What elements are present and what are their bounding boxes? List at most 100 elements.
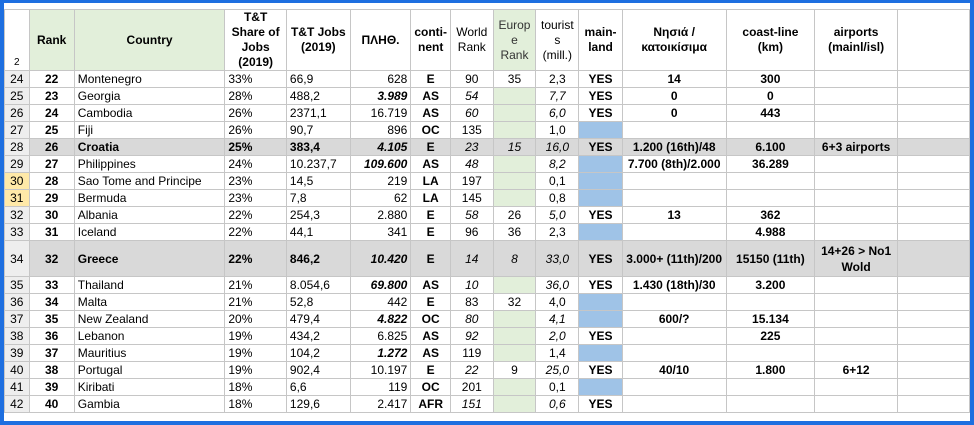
world-rank-cell[interactable]: 135 bbox=[450, 121, 494, 139]
row-number[interactable]: 25 bbox=[4, 87, 30, 105]
empty-cell[interactable] bbox=[896, 395, 970, 413]
continent-cell[interactable]: OC bbox=[410, 121, 452, 139]
share-cell[interactable]: 21% bbox=[224, 276, 287, 294]
empty-cell[interactable] bbox=[896, 121, 970, 139]
rank-cell[interactable]: 28 bbox=[28, 172, 75, 190]
jobs-cell[interactable]: 2371,1 bbox=[285, 104, 351, 122]
jobs-cell[interactable]: 10.237,7 bbox=[285, 155, 351, 173]
empty-cell[interactable] bbox=[896, 378, 970, 396]
share-cell[interactable]: 24% bbox=[224, 155, 287, 173]
empty-cell[interactable] bbox=[896, 155, 970, 173]
row-number[interactable]: 33 bbox=[4, 223, 30, 241]
islands-cell[interactable] bbox=[621, 378, 727, 396]
tourists-cell[interactable]: 2,3 bbox=[535, 70, 580, 88]
tourists-cell[interactable]: 0,6 bbox=[535, 395, 580, 413]
jobs-cell[interactable]: 479,4 bbox=[285, 310, 351, 328]
islands-cell[interactable]: 3.000+ (11th)/200 bbox=[621, 240, 727, 277]
islands-cell[interactable] bbox=[621, 293, 727, 311]
jobs-cell[interactable]: 90,7 bbox=[285, 121, 351, 139]
airports-cell[interactable] bbox=[814, 155, 898, 173]
world-rank-cell[interactable]: 197 bbox=[450, 172, 494, 190]
world-rank-cell[interactable]: 23 bbox=[450, 138, 494, 156]
share-cell[interactable]: 19% bbox=[224, 327, 287, 345]
europe-rank-cell[interactable] bbox=[492, 172, 537, 190]
islands-cell[interactable]: 600/? bbox=[621, 310, 727, 328]
share-cell[interactable]: 18% bbox=[224, 395, 287, 413]
rank-cell[interactable]: 22 bbox=[28, 70, 75, 88]
coastline-cell[interactable]: 0 bbox=[725, 87, 816, 105]
country-cell[interactable]: Kiribati bbox=[73, 378, 226, 396]
column-header-empty[interactable] bbox=[896, 9, 970, 71]
world-rank-cell[interactable]: 54 bbox=[450, 87, 494, 105]
jobs-cell[interactable]: 846,2 bbox=[285, 240, 351, 277]
world-rank-cell[interactable]: 83 bbox=[450, 293, 494, 311]
tourists-cell[interactable]: 25,0 bbox=[535, 361, 580, 379]
mainland-cell[interactable]: YES bbox=[578, 70, 623, 88]
continent-cell[interactable]: E bbox=[410, 293, 452, 311]
continent-cell[interactable]: AS bbox=[410, 87, 452, 105]
share-cell[interactable]: 18% bbox=[224, 378, 287, 396]
continent-cell[interactable]: AFR bbox=[410, 395, 452, 413]
coastline-cell[interactable]: 4.988 bbox=[725, 223, 816, 241]
tourists-cell[interactable]: 1,0 bbox=[535, 121, 580, 139]
airports-cell[interactable] bbox=[814, 206, 898, 224]
europe-rank-cell[interactable] bbox=[492, 276, 537, 294]
tourists-cell[interactable]: 2,3 bbox=[535, 223, 580, 241]
mainland-cell[interactable] bbox=[578, 293, 623, 311]
rank-cell[interactable]: 23 bbox=[28, 87, 75, 105]
rank-cell[interactable]: 35 bbox=[28, 310, 75, 328]
airports-cell[interactable] bbox=[814, 104, 898, 122]
share-cell[interactable]: 33% bbox=[224, 70, 287, 88]
row-number[interactable]: 40 bbox=[4, 361, 30, 379]
pop-cell[interactable]: 4.105 bbox=[349, 138, 412, 156]
mainland-cell[interactable]: YES bbox=[578, 206, 623, 224]
world-rank-cell[interactable]: 80 bbox=[450, 310, 494, 328]
country-cell[interactable]: New Zealand bbox=[73, 310, 226, 328]
airports-cell[interactable] bbox=[814, 395, 898, 413]
row-number[interactable]: 30 bbox=[4, 172, 30, 190]
continent-cell[interactable]: AS bbox=[410, 327, 452, 345]
continent-cell[interactable]: LA bbox=[410, 189, 452, 207]
row-number[interactable]: 41 bbox=[4, 378, 30, 396]
jobs-cell[interactable]: 383,4 bbox=[285, 138, 351, 156]
tourists-cell[interactable]: 0,1 bbox=[535, 378, 580, 396]
coastline-cell[interactable]: 300 bbox=[725, 70, 816, 88]
coastline-cell[interactable] bbox=[725, 395, 816, 413]
empty-cell[interactable] bbox=[896, 240, 970, 277]
europe-rank-cell[interactable] bbox=[492, 189, 537, 207]
jobs-cell[interactable]: 434,2 bbox=[285, 327, 351, 345]
continent-cell[interactable]: E bbox=[410, 138, 452, 156]
airports-cell[interactable]: 6+3 airports bbox=[814, 138, 898, 156]
islands-cell[interactable]: 0 bbox=[621, 104, 727, 122]
airports-cell[interactable] bbox=[814, 344, 898, 362]
europe-rank-cell[interactable]: 15 bbox=[492, 138, 537, 156]
pop-cell[interactable]: 1.272 bbox=[349, 344, 412, 362]
column-header-islands[interactable]: Νησιά /κατοικίσιμα bbox=[621, 9, 727, 71]
country-cell[interactable]: Malta bbox=[73, 293, 226, 311]
rank-cell[interactable]: 39 bbox=[28, 378, 75, 396]
pop-cell[interactable]: 2.880 bbox=[349, 206, 412, 224]
rank-cell[interactable]: 38 bbox=[28, 361, 75, 379]
pop-cell[interactable]: 10.420 bbox=[349, 240, 412, 277]
row-number[interactable]: 24 bbox=[4, 70, 30, 88]
empty-cell[interactable] bbox=[896, 206, 970, 224]
jobs-cell[interactable]: 14,5 bbox=[285, 172, 351, 190]
country-cell[interactable]: Portugal bbox=[73, 361, 226, 379]
empty-cell[interactable] bbox=[896, 104, 970, 122]
jobs-cell[interactable]: 902,4 bbox=[285, 361, 351, 379]
islands-cell[interactable]: 14 bbox=[621, 70, 727, 88]
column-header-tourists[interactable]: tourist s (mill.) bbox=[535, 9, 580, 71]
world-rank-cell[interactable]: 96 bbox=[450, 223, 494, 241]
empty-cell[interactable] bbox=[896, 361, 970, 379]
row-number[interactable]: 37 bbox=[4, 310, 30, 328]
share-cell[interactable]: 22% bbox=[224, 240, 287, 277]
coastline-cell[interactable] bbox=[725, 189, 816, 207]
europe-rank-cell[interactable] bbox=[492, 378, 537, 396]
europe-rank-cell[interactable]: 26 bbox=[492, 206, 537, 224]
mainland-cell[interactable]: YES bbox=[578, 240, 623, 277]
share-cell[interactable]: 28% bbox=[224, 87, 287, 105]
empty-cell[interactable] bbox=[896, 70, 970, 88]
row-number[interactable]: 26 bbox=[4, 104, 30, 122]
pop-cell[interactable]: 896 bbox=[349, 121, 412, 139]
country-cell[interactable]: Albania bbox=[73, 206, 226, 224]
